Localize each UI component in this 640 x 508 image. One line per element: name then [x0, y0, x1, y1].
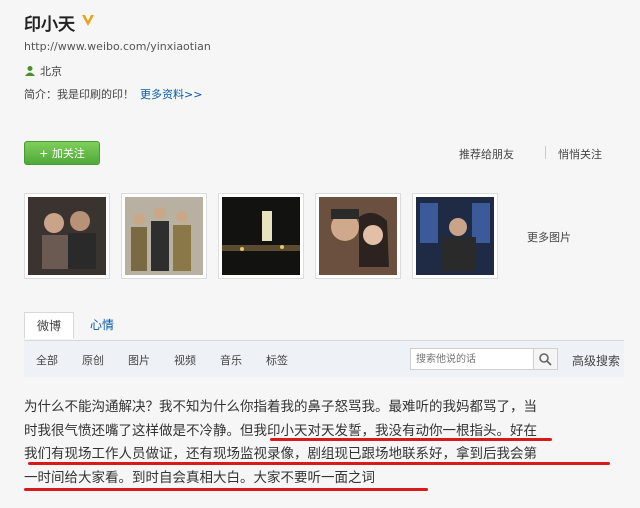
red-underline-mark — [28, 462, 610, 465]
search-button[interactable] — [534, 348, 558, 370]
link-divider — [545, 146, 546, 159]
content-tabs: 微博 心情 — [24, 312, 624, 341]
filter-images[interactable]: 图片 — [128, 352, 150, 368]
weibo-post-text: 为什么不能沟通解决？我不知为什么你指着我的鼻子怒骂我。最难听的我妈都骂了，当 时… — [24, 396, 620, 490]
search-input[interactable] — [410, 348, 534, 370]
photo-thumbnail[interactable] — [218, 193, 304, 279]
follow-button[interactable]: + 加关注 — [24, 141, 100, 165]
tab-weibo[interactable]: 微博 — [24, 312, 74, 339]
post-line: 为什么不能沟通解决？我不知为什么你指着我的鼻子怒骂我。最难听的我妈都骂了，当 — [24, 399, 537, 415]
advanced-search-link[interactable]: 高级搜索 — [572, 352, 620, 369]
filter-original[interactable]: 原创 — [82, 352, 104, 368]
profile-url[interactable]: http://www.weibo.com/yinxiaotian — [24, 40, 211, 53]
person-location-icon — [25, 66, 35, 76]
profile-name: 印小天 — [24, 15, 75, 35]
search-icon — [539, 353, 552, 366]
post-line: 一时间给大家看。到时自会真相大白。大家不要听一面之词 — [24, 469, 375, 486]
filter-all[interactable]: 全部 — [36, 352, 58, 368]
profile-intro: 简介：我是印刷的印！ 更多资料>> — [24, 86, 202, 102]
filter-video[interactable]: 视频 — [174, 352, 196, 368]
quiet-follow-link[interactable]: 悄悄关注 — [558, 146, 602, 162]
photo-thumbnail[interactable] — [412, 193, 498, 279]
photo-thumbnail[interactable] — [24, 193, 110, 279]
location-text: 北京 — [40, 65, 62, 78]
red-underline-mark — [270, 438, 552, 441]
tab-mood[interactable]: 心情 — [82, 312, 122, 339]
recommend-to-friend-link[interactable]: 推荐给朋友 — [459, 146, 514, 162]
profile-location: 北京 — [24, 63, 62, 79]
filter-tags[interactable]: 标签 — [266, 352, 288, 368]
filter-bar: 全部 原创 图片 视频 音乐 标签 高级搜索 — [24, 341, 624, 377]
weibo-profile-page: 印小天 http://www.weibo.com/yinxiaotian 北京 … — [0, 0, 640, 508]
photo-thumbnail[interactable] — [121, 193, 207, 279]
intro-text: 我是印刷的印！ — [57, 88, 134, 101]
photo-thumbnail[interactable] — [315, 193, 401, 279]
intro-label: 简介： — [24, 88, 57, 101]
more-info-link[interactable]: 更多资料>> — [140, 88, 202, 101]
verified-v-icon — [82, 15, 94, 26]
filter-music[interactable]: 音乐 — [220, 352, 242, 368]
more-photos-link[interactable]: 更多图片 — [527, 229, 571, 245]
red-underline-mark — [24, 488, 428, 491]
